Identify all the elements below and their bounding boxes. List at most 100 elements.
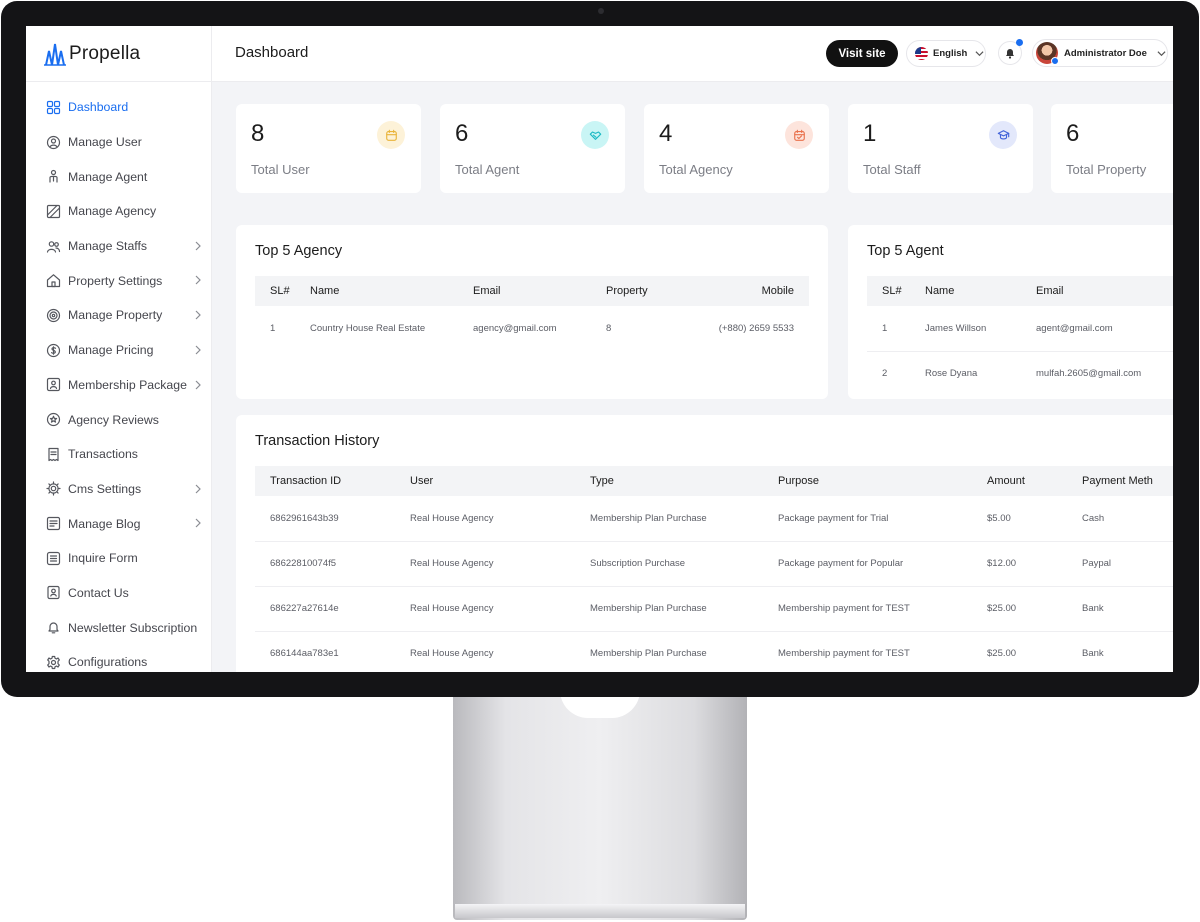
top-agent-panel: Top 5 Agent SL# Name Email 1 James Willson a… xyxy=(848,225,1173,399)
stat-card-total-staff[interactable]: 1 Total Staff xyxy=(848,104,1033,193)
blog-icon xyxy=(46,516,61,531)
cog-icon xyxy=(46,655,61,670)
bell-icon xyxy=(46,620,61,635)
sidebar-item-manage-agent[interactable]: Manage Agent xyxy=(26,159,211,194)
user-circle-icon xyxy=(46,135,61,150)
user-name: Administrator Doe xyxy=(1064,47,1147,59)
table-row[interactable]: 2 Rose Dyana mulfah.2605@gmail.com xyxy=(867,351,1173,396)
chevron-right-icon xyxy=(195,380,201,389)
language-label: English xyxy=(933,48,968,59)
table-cell: 1 xyxy=(867,306,925,352)
table-cell: Cash xyxy=(1082,496,1173,542)
sidebar-item-cms-settings[interactable]: Cms Settings xyxy=(26,472,211,507)
sidebar-item-label: Manage Agent xyxy=(68,169,148,184)
sidebar-item-label: Manage Property xyxy=(68,308,163,323)
chevron-down-icon xyxy=(1157,50,1166,56)
camera-icon xyxy=(598,8,604,14)
monitor-stand-base xyxy=(455,904,745,918)
stat-value: 4 xyxy=(659,120,673,147)
transaction-table: Transaction ID User Type Purpose Amount Payme… xyxy=(255,466,1173,672)
user-menu[interactable]: Administrator Doe xyxy=(1032,39,1168,67)
column-header: Property xyxy=(606,276,696,306)
receipt-icon xyxy=(46,447,61,462)
id-card-icon xyxy=(46,377,61,392)
sidebar-item-agency-reviews[interactable]: Agency Reviews xyxy=(26,402,211,437)
language-selector[interactable]: English xyxy=(906,40,986,67)
sidebar-item-label: Manage Agency xyxy=(68,204,157,219)
visit-site-button[interactable]: Visit site xyxy=(826,40,898,67)
list-icon xyxy=(46,551,61,566)
sidebar: Propella Dashboard Manage User Manage Agen… xyxy=(26,26,212,672)
table-cell: Bank xyxy=(1082,648,1104,660)
table-cell: $12.00 xyxy=(987,541,1082,587)
column-header: User xyxy=(410,466,590,496)
stat-card-total-agency[interactable]: 4 Total Agency xyxy=(644,104,829,193)
table-cell: 1 xyxy=(270,323,276,334)
table-cell: Real House Agency xyxy=(410,541,590,587)
sidebar-item-label: Transactions xyxy=(68,447,138,462)
table-cell: Real House Agency xyxy=(410,648,494,660)
logo-icon xyxy=(44,43,66,66)
sidebar-item-dashboard[interactable]: Dashboard xyxy=(26,90,211,125)
table-row[interactable]: 1 James Willson agent@gmail.com xyxy=(867,306,1173,352)
sidebar-item-contact-us[interactable]: Contact Us xyxy=(26,576,211,611)
table-row[interactable]: 686144aa783e1 Real House Agency Membership… xyxy=(255,631,1173,672)
table-cell: (+880) 2659 5533 xyxy=(718,323,794,334)
top-agency-title: Top 5 Agency xyxy=(255,243,343,259)
table-cell: Rose Dyana xyxy=(925,368,978,380)
table-cell: 68622810074f5 xyxy=(255,541,410,587)
target-icon xyxy=(46,308,61,323)
agent-icon xyxy=(46,169,61,184)
sidebar-item-inquire-form[interactable]: Inquire Form xyxy=(26,541,211,576)
logo[interactable]: Propella xyxy=(26,26,211,82)
sidebar-item-manage-blog[interactable]: Manage Blog xyxy=(26,506,211,541)
sidebar-item-label: Configurations xyxy=(68,655,148,670)
sidebar-item-newsletter-subscription[interactable]: Newsletter Subscription xyxy=(26,610,211,645)
stat-label: Total Staff xyxy=(863,162,921,177)
chevron-right-icon xyxy=(195,276,201,285)
stat-label: Total Agency xyxy=(659,162,733,177)
sidebar-item-label: Agency Reviews xyxy=(68,412,159,427)
stat-card-total-user[interactable]: 8 Total User xyxy=(236,104,421,193)
stat-label: Total Property xyxy=(1066,162,1147,177)
column-header: Name xyxy=(925,276,1036,306)
stat-card-total-agent[interactable]: 6 Total Agent xyxy=(440,104,625,193)
column-header: Purpose xyxy=(778,466,987,496)
notification-badge xyxy=(1016,39,1023,46)
table-cell: James Willson xyxy=(925,306,1036,352)
sidebar-item-manage-pricing[interactable]: Manage Pricing xyxy=(26,333,211,368)
sidebar-item-membership-package[interactable]: Membership Package xyxy=(26,368,211,403)
stat-value: 6 xyxy=(1066,120,1080,147)
table-cell: agent@gmail.com xyxy=(1036,306,1173,352)
star-badge-icon xyxy=(46,412,61,427)
table-cell: Bank xyxy=(1082,586,1173,632)
sidebar-item-manage-agency[interactable]: Manage Agency xyxy=(26,194,211,229)
calendar-icon xyxy=(377,121,405,149)
us-flag-icon xyxy=(915,47,928,60)
sidebar-item-manage-staffs[interactable]: Manage Staffs xyxy=(26,229,211,264)
column-header: Amount xyxy=(987,466,1082,496)
grid-icon xyxy=(46,100,61,115)
chevron-right-icon xyxy=(195,484,201,493)
sidebar-item-label: Cms Settings xyxy=(68,481,142,496)
monitor-stand xyxy=(453,690,747,920)
sidebar-item-label: Manage Staffs xyxy=(68,239,148,254)
sidebar-item-label: Manage Blog xyxy=(68,516,141,531)
stat-value: 6 xyxy=(455,120,469,147)
sidebar-item-transactions[interactable]: Transactions xyxy=(26,437,211,472)
table-row[interactable]: 6862961643b39 Real House Agency Membership… xyxy=(255,496,1173,542)
sidebar-item-manage-property[interactable]: Manage Property xyxy=(26,298,211,333)
table-row[interactable]: 68622810074f5 Real House Agency Subscripti… xyxy=(255,541,1173,587)
stat-card-total-property[interactable]: 6 Total Property xyxy=(1051,104,1173,193)
table-row[interactable]: 686227a27614e Real House Agency Membership… xyxy=(255,586,1173,632)
column-header: Email xyxy=(1036,276,1173,306)
sidebar-item-label: Manage Pricing xyxy=(68,343,154,358)
table-cell: Paypal xyxy=(1082,541,1173,587)
sidebar-item-property-settings[interactable]: Property Settings xyxy=(26,263,211,298)
sidebar-item-label: Membership Package xyxy=(68,377,187,392)
sidebar-item-configurations[interactable]: Configurations xyxy=(26,645,211,672)
sidebar-item-manage-user[interactable]: Manage User xyxy=(26,125,211,160)
table-cell: Subscription Purchase xyxy=(590,541,778,587)
table-row[interactable]: 1 Country House Real Estate agency@gmail.c… xyxy=(255,306,809,351)
table-cell: Real House Agency xyxy=(410,496,590,542)
